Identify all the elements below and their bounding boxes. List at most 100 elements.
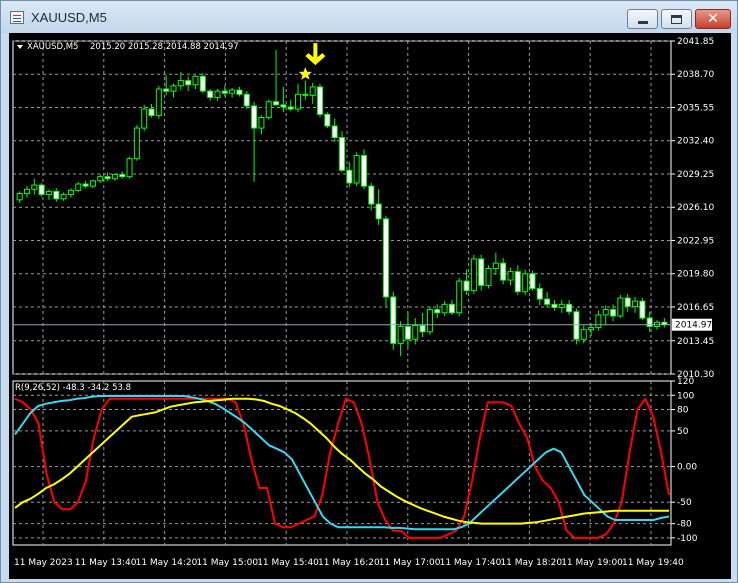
star-icon — [298, 67, 312, 80]
maximize-button[interactable] — [661, 9, 692, 29]
price-axis-label: 2029.25 — [677, 170, 714, 180]
minimize-button[interactable] — [627, 9, 658, 29]
candle-body — [185, 80, 192, 86]
indicator-label: R(9,26,52) -48.3 -34.2 53.8 — [15, 383, 131, 393]
candle-body — [507, 271, 514, 281]
candle-body — [368, 185, 375, 205]
candle-body — [309, 86, 316, 96]
candle-body — [536, 288, 543, 300]
candle-body — [595, 314, 602, 329]
indicator-axis-label: 50 — [677, 427, 689, 437]
price-axis-label: 2026.10 — [677, 203, 714, 213]
candle-body — [133, 127, 140, 160]
candle-body — [258, 117, 265, 129]
x-axis-tick-label: 11 May 14:20 — [136, 558, 198, 568]
candle-body — [207, 90, 214, 98]
candle-body — [75, 183, 82, 191]
x-axis-tick-label: 11 May 19:40 — [622, 558, 684, 568]
candle-body — [426, 309, 433, 333]
candle-body — [624, 297, 631, 307]
candle-body — [251, 105, 258, 129]
x-axis-tick-label: 11 May 18:20 — [500, 558, 562, 568]
candle-body — [324, 113, 331, 127]
indicator-axis-label: -50 — [677, 498, 692, 508]
indicator-axis-label: 100 — [677, 391, 694, 401]
candle-body — [317, 86, 324, 115]
candle-body — [544, 298, 551, 305]
candle-body — [265, 101, 272, 119]
price-axis-label: 2038.70 — [677, 70, 714, 80]
candle-body — [514, 271, 521, 293]
minimize-icon — [637, 20, 648, 24]
candle-body — [97, 176, 104, 182]
candle-body — [529, 273, 536, 290]
candle-body — [346, 169, 353, 184]
price-axis-label: 2032.40 — [677, 137, 714, 147]
candle-body — [580, 329, 587, 340]
price-axis-label: 2019.80 — [677, 270, 714, 280]
candle-body — [60, 194, 67, 200]
candle-body — [148, 108, 155, 116]
candle-body — [141, 108, 148, 129]
candle-body — [617, 297, 624, 317]
candle-body — [485, 267, 492, 286]
candle-body — [295, 93, 302, 110]
close-button[interactable]: ✕ — [695, 9, 731, 29]
candle-body — [353, 155, 360, 184]
candle-body — [16, 193, 23, 201]
x-axis-tick-label: 11 May 16:20 — [318, 558, 380, 568]
candle-body — [287, 106, 294, 110]
candle-body — [31, 184, 38, 190]
chart-window-icon[interactable] — [10, 11, 24, 24]
dropdown-triangle-icon — [17, 45, 23, 49]
candle-body — [522, 273, 529, 293]
candle-body — [463, 280, 470, 292]
symbol-label: XAUUSD,M5 — [27, 42, 78, 52]
candle-body — [360, 155, 367, 187]
candle-body — [390, 296, 397, 344]
indicator-series-line-2 — [14, 395, 670, 531]
x-axis-tick-label: 11 May 15:40 — [257, 558, 319, 568]
indicator-axis-label: -100 — [677, 534, 698, 544]
candle-body — [302, 93, 309, 96]
close-icon: ✕ — [707, 11, 719, 27]
price-axis-label: 2022.95 — [677, 236, 714, 246]
candle-body — [214, 90, 221, 98]
candle-body — [470, 258, 477, 292]
title-bar[interactable]: XAUUSD,M5 ✕ — [1, 1, 737, 33]
candle-body — [53, 190, 60, 200]
x-axis-tick-label: 11 May 19:00 — [561, 558, 623, 568]
current-price-label: 2014.97 — [675, 321, 712, 331]
candle-body — [500, 262, 507, 281]
candle-body — [126, 158, 133, 178]
candle-body — [23, 188, 30, 195]
candle-body — [492, 262, 499, 269]
candle-body — [382, 218, 389, 298]
candle-body — [551, 303, 558, 309]
candle-body — [82, 183, 89, 187]
indicator-axis-label: -80 — [677, 520, 692, 530]
candle-body — [397, 326, 404, 344]
x-axis-tick-label: 11 May 17:40 — [440, 558, 502, 568]
chart-canvas[interactable]: 11 May 2023 11 May 13:40 11 May 14:20 11 Ma… — [9, 33, 731, 579]
indicator-axis-label: 120 — [677, 377, 694, 387]
chart-area[interactable]: 11 May 2023 11 May 13:40 11 May 14:20 11 Ma… — [9, 33, 731, 579]
indicator-panel-frame — [12, 380, 672, 546]
candle-body — [229, 89, 236, 94]
candle-body — [602, 309, 609, 316]
candle-body — [339, 137, 345, 171]
candle-body — [456, 280, 463, 314]
candle-body — [566, 303, 573, 313]
candle-body — [273, 101, 280, 106]
candle-body — [404, 326, 411, 340]
candle-body — [89, 180, 96, 187]
candle-body — [639, 300, 646, 319]
candle-body — [199, 75, 206, 92]
candle-body — [221, 90, 228, 94]
candle-body — [236, 89, 243, 95]
candle-body — [111, 174, 118, 180]
price-axis-label: 2013.45 — [677, 337, 714, 347]
maximize-icon — [671, 14, 682, 24]
price-axis-label: 2016.65 — [677, 303, 714, 313]
candle-body — [419, 324, 426, 333]
